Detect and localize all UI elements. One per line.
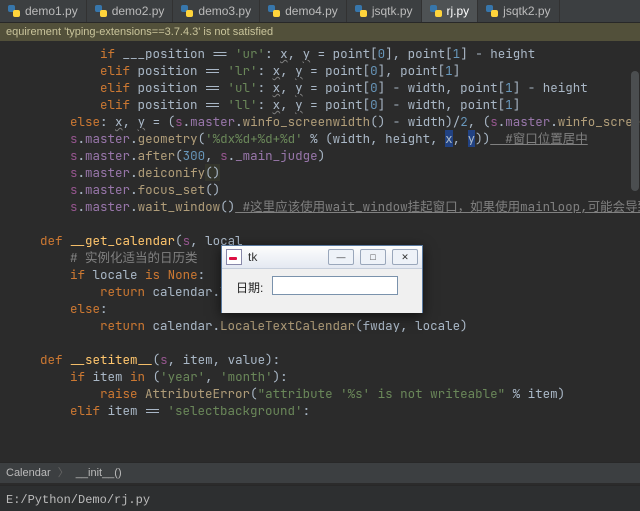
python-file-icon (486, 5, 498, 17)
close-button[interactable]: ✕ (392, 249, 418, 265)
python-file-icon (181, 5, 193, 17)
tab-label: jsqtk2.py (503, 4, 550, 18)
tab-demo3-py[interactable]: demo3.py (173, 0, 260, 22)
tab-jsqtk-py[interactable]: jsqtk.py (347, 0, 422, 22)
tk-title: tk (248, 250, 322, 264)
tab-label: demo4.py (285, 4, 338, 18)
tk-app-icon (226, 249, 242, 265)
python-file-icon (355, 5, 367, 17)
tab-label: demo1.py (25, 4, 78, 18)
editor-scrollbar[interactable] (630, 41, 640, 462)
tk-body: 日期: (222, 269, 422, 313)
python-file-icon (95, 5, 107, 17)
chevron-right-icon: 〉 (58, 467, 69, 479)
python-file-icon (430, 5, 442, 17)
minimize-button[interactable]: — (328, 249, 354, 265)
python-file-icon (268, 5, 280, 17)
tk-titlebar[interactable]: tk — □ ✕ (222, 246, 422, 269)
scrollbar-thumb[interactable] (631, 71, 639, 191)
date-entry[interactable] (272, 276, 398, 295)
structure-breadcrumbs[interactable]: Calendar 〉 __init__() (0, 462, 640, 483)
tab-demo2-py[interactable]: demo2.py (87, 0, 174, 22)
date-label: 日期: (236, 279, 263, 296)
tab-jsqtk2-py[interactable]: jsqtk2.py (478, 0, 559, 22)
python-file-icon (8, 5, 20, 17)
run-output-bar: E:/Python/Demo/rj.py (0, 485, 640, 511)
tab-label: demo3.py (198, 4, 251, 18)
tab-label: demo2.py (112, 4, 165, 18)
editor-tabs: demo1.py demo2.py demo3.py demo4.py jsqtk.py… (0, 0, 640, 23)
requirement-warning-bar: equirement 'typing-extensions==3.7.4.3' … (0, 23, 640, 41)
tab-rj-py[interactable]: rj.py (422, 0, 479, 22)
breadcrumb-method[interactable]: __init__() (76, 467, 122, 479)
maximize-button[interactable]: □ (360, 249, 386, 265)
tab-demo4-py[interactable]: demo4.py (260, 0, 347, 22)
tab-label: rj.py (447, 4, 470, 18)
tab-label: jsqtk.py (372, 4, 413, 18)
breadcrumb-class[interactable]: Calendar (6, 467, 51, 479)
tab-demo1-py[interactable]: demo1.py (0, 0, 87, 22)
tk-window[interactable]: tk — □ ✕ 日期: (221, 245, 423, 313)
code-editor[interactable]: if ___position == 'ur': x, y = point[0],… (0, 41, 640, 462)
